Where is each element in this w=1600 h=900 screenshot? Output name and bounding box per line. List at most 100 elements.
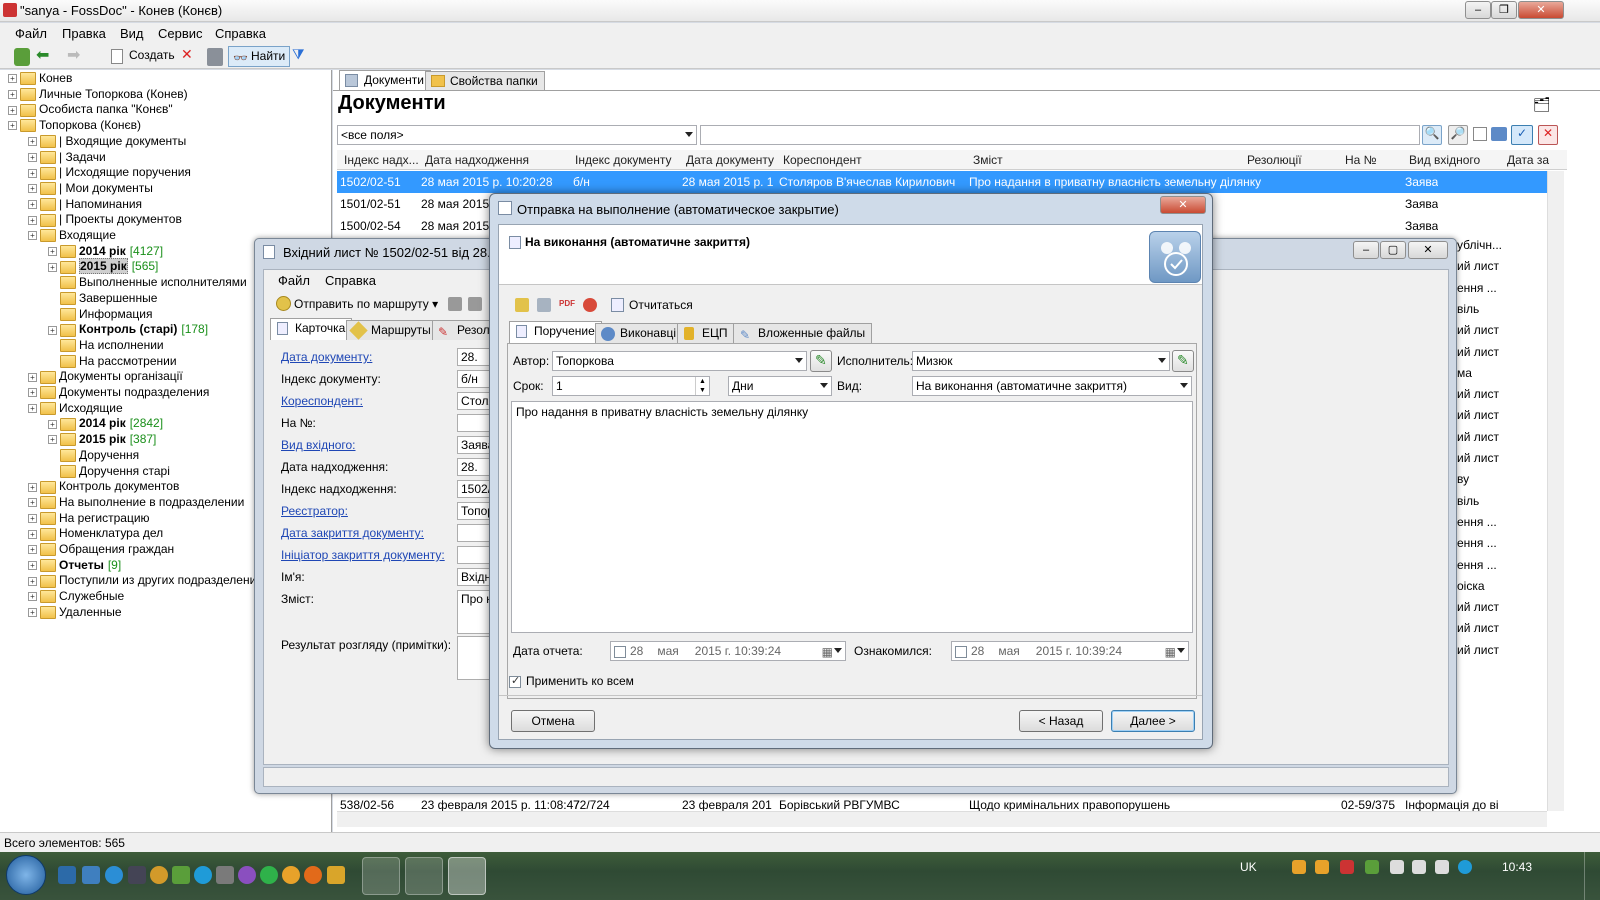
app-icon[interactable] <box>260 866 278 884</box>
expand-icon[interactable]: + <box>28 576 37 586</box>
col-header[interactable]: Кореспондент <box>783 153 862 167</box>
col-header[interactable]: Вид вхідного <box>1409 153 1480 167</box>
expand-icon[interactable]: + <box>28 199 37 209</box>
tree-node[interactable]: + На выполнение в подразделении <box>28 494 244 510</box>
acquainted-date-picker[interactable]: 28 мая 2015 г. 10:39:24 ▦ <box>951 641 1189 661</box>
tab-attached-files[interactable]: ✎ Вложенные файлы <box>733 323 873 343</box>
expand-icon[interactable]: + <box>28 231 37 241</box>
tree-node[interactable]: + | Входящие документы <box>28 133 186 149</box>
expand-icon[interactable]: + <box>8 105 17 115</box>
expand-icon[interactable]: + <box>28 152 37 162</box>
advanced-search-icon[interactable]: 🔎 <box>1448 125 1468 145</box>
search-input[interactable] <box>700 125 1420 145</box>
field-value[interactable]: 28. <box>457 458 492 476</box>
expand-icon[interactable]: + <box>28 608 37 618</box>
tree-node[interactable]: + Особиста папка "Конєв" <box>8 101 173 117</box>
expand-icon[interactable]: + <box>28 513 37 523</box>
language-indicator[interactable]: UK <box>1240 860 1257 874</box>
menu-file[interactable]: Файл <box>15 26 47 41</box>
col-header[interactable]: Резолюції <box>1247 153 1302 167</box>
term-stepper[interactable]: 1 ▲ ▼ <box>552 376 710 396</box>
action-icon[interactable] <box>515 298 529 312</box>
expand-icon[interactable]: + <box>48 419 57 429</box>
tab-digital-signature[interactable]: ЕЦП <box>677 323 735 343</box>
tree-node[interactable]: + Отчеты [9] <box>28 557 121 573</box>
chrome-icon[interactable] <box>282 866 300 884</box>
doc-close-button[interactable]: ✕ <box>1408 241 1448 259</box>
tree-node[interactable]: + | Напоминания <box>28 196 142 212</box>
tray-icon[interactable] <box>1340 860 1354 874</box>
tree-node[interactable]: + Номенклатура дел <box>28 525 163 541</box>
report-button[interactable]: Отчитаться <box>609 295 693 315</box>
clock-icon[interactable] <box>583 298 597 312</box>
menu-view[interactable]: Вид <box>120 26 144 41</box>
flag-icon[interactable] <box>1390 860 1404 874</box>
viber-icon[interactable] <box>238 866 256 884</box>
vertical-scrollbar[interactable] <box>1547 171 1564 811</box>
expand-icon[interactable]: + <box>28 184 37 194</box>
col-header[interactable]: Зміст <box>973 153 1003 167</box>
menu-help[interactable]: Справка <box>215 26 266 41</box>
field-value[interactable]: б/н <box>457 370 492 388</box>
restore-button[interactable]: ❐ <box>1491 1 1517 19</box>
app-icon[interactable] <box>216 866 234 884</box>
tray-icon[interactable] <box>1365 860 1379 874</box>
volume-icon[interactable] <box>1412 860 1426 874</box>
expand-icon[interactable]: + <box>28 168 37 178</box>
tree-node[interactable]: + Контроль (старі) [178] <box>48 321 208 337</box>
expand-icon[interactable]: + <box>28 388 37 398</box>
field-value[interactable]: 28. <box>457 348 492 366</box>
tab-assignment[interactable]: Поручение <box>509 321 602 343</box>
save-icon[interactable] <box>448 297 462 311</box>
tree-node[interactable]: + Документы подразделения <box>28 384 209 400</box>
forward-arrow-icon[interactable]: ➡ <box>67 45 80 64</box>
print-icon[interactable] <box>468 297 482 311</box>
table-row[interactable]: 1502/02-51 28 мая 2015 р. 10:20:28 б/н 2… <box>337 171 1547 193</box>
cancel-button[interactable]: Отмена <box>511 710 595 732</box>
next-button[interactable]: Далее > <box>1111 710 1195 732</box>
tree-node[interactable]: +Завершенные <box>48 290 157 306</box>
tree-node[interactable]: +Информация <box>48 306 152 322</box>
doc-minimize-button[interactable]: – <box>1353 241 1379 259</box>
field-value[interactable] <box>457 524 492 542</box>
tree-node[interactable]: +2014 рік [2842] <box>48 415 163 431</box>
field-value[interactable]: Заява <box>457 436 492 454</box>
field-filter-select[interactable]: <все поля> <box>337 125 697 145</box>
term-unit-select[interactable]: Дни <box>728 376 832 396</box>
kind-select[interactable]: На виконання (автоматичне закриття) <box>912 376 1192 396</box>
field-label[interactable]: Дата закриття документу: <box>281 526 424 540</box>
horizontal-scrollbar[interactable] <box>337 811 1547 827</box>
tree-node[interactable]: + Контроль документов <box>28 478 179 494</box>
tree-node[interactable]: + Исходящие <box>28 400 123 416</box>
app-icon[interactable] <box>128 866 146 884</box>
field-value[interactable] <box>457 414 492 432</box>
tree-node[interactable]: + | Проекты документов <box>28 211 182 227</box>
save-icon[interactable] <box>207 48 223 66</box>
report-date-picker[interactable]: 28 мая 2015 г. 10:39:24 ▦ <box>610 641 846 661</box>
expand-icon[interactable]: + <box>28 404 37 414</box>
apply-to-all-checkbox[interactable]: Применить ко всем <box>509 674 634 688</box>
field-value[interactable]: Про на <box>457 590 492 634</box>
ie-icon[interactable] <box>105 866 123 884</box>
tree-node[interactable]: + Документы організації <box>28 368 183 384</box>
expand-icon[interactable]: + <box>8 90 17 100</box>
back-button[interactable]: < Назад <box>1019 710 1103 732</box>
field-label[interactable]: Кореспондент: <box>281 394 363 408</box>
col-header[interactable]: Дата документу <box>686 153 774 167</box>
expand-icon[interactable]: + <box>8 74 17 84</box>
dialog-close-button[interactable]: ✕ <box>1160 196 1206 214</box>
expand-icon[interactable]: + <box>28 529 37 539</box>
tree-node[interactable]: + Удаленные <box>28 604 122 620</box>
col-header[interactable]: Дата за <box>1507 153 1549 167</box>
field-value[interactable] <box>457 546 492 564</box>
expand-icon[interactable]: + <box>28 372 37 382</box>
tree-node[interactable]: +2015 рік [387] <box>48 431 156 447</box>
menu-service[interactable]: Сервис <box>158 26 203 41</box>
doc-menu-file[interactable]: Файл <box>278 273 310 288</box>
field-value[interactable] <box>457 636 492 680</box>
executor-edit-button[interactable]: ✎ <box>1172 350 1194 372</box>
expand-icon[interactable]: + <box>48 435 57 445</box>
create-button[interactable]: Создать <box>111 48 175 66</box>
field-label[interactable]: Реєстратор: <box>281 504 348 518</box>
expand-icon[interactable]: + <box>48 262 57 272</box>
